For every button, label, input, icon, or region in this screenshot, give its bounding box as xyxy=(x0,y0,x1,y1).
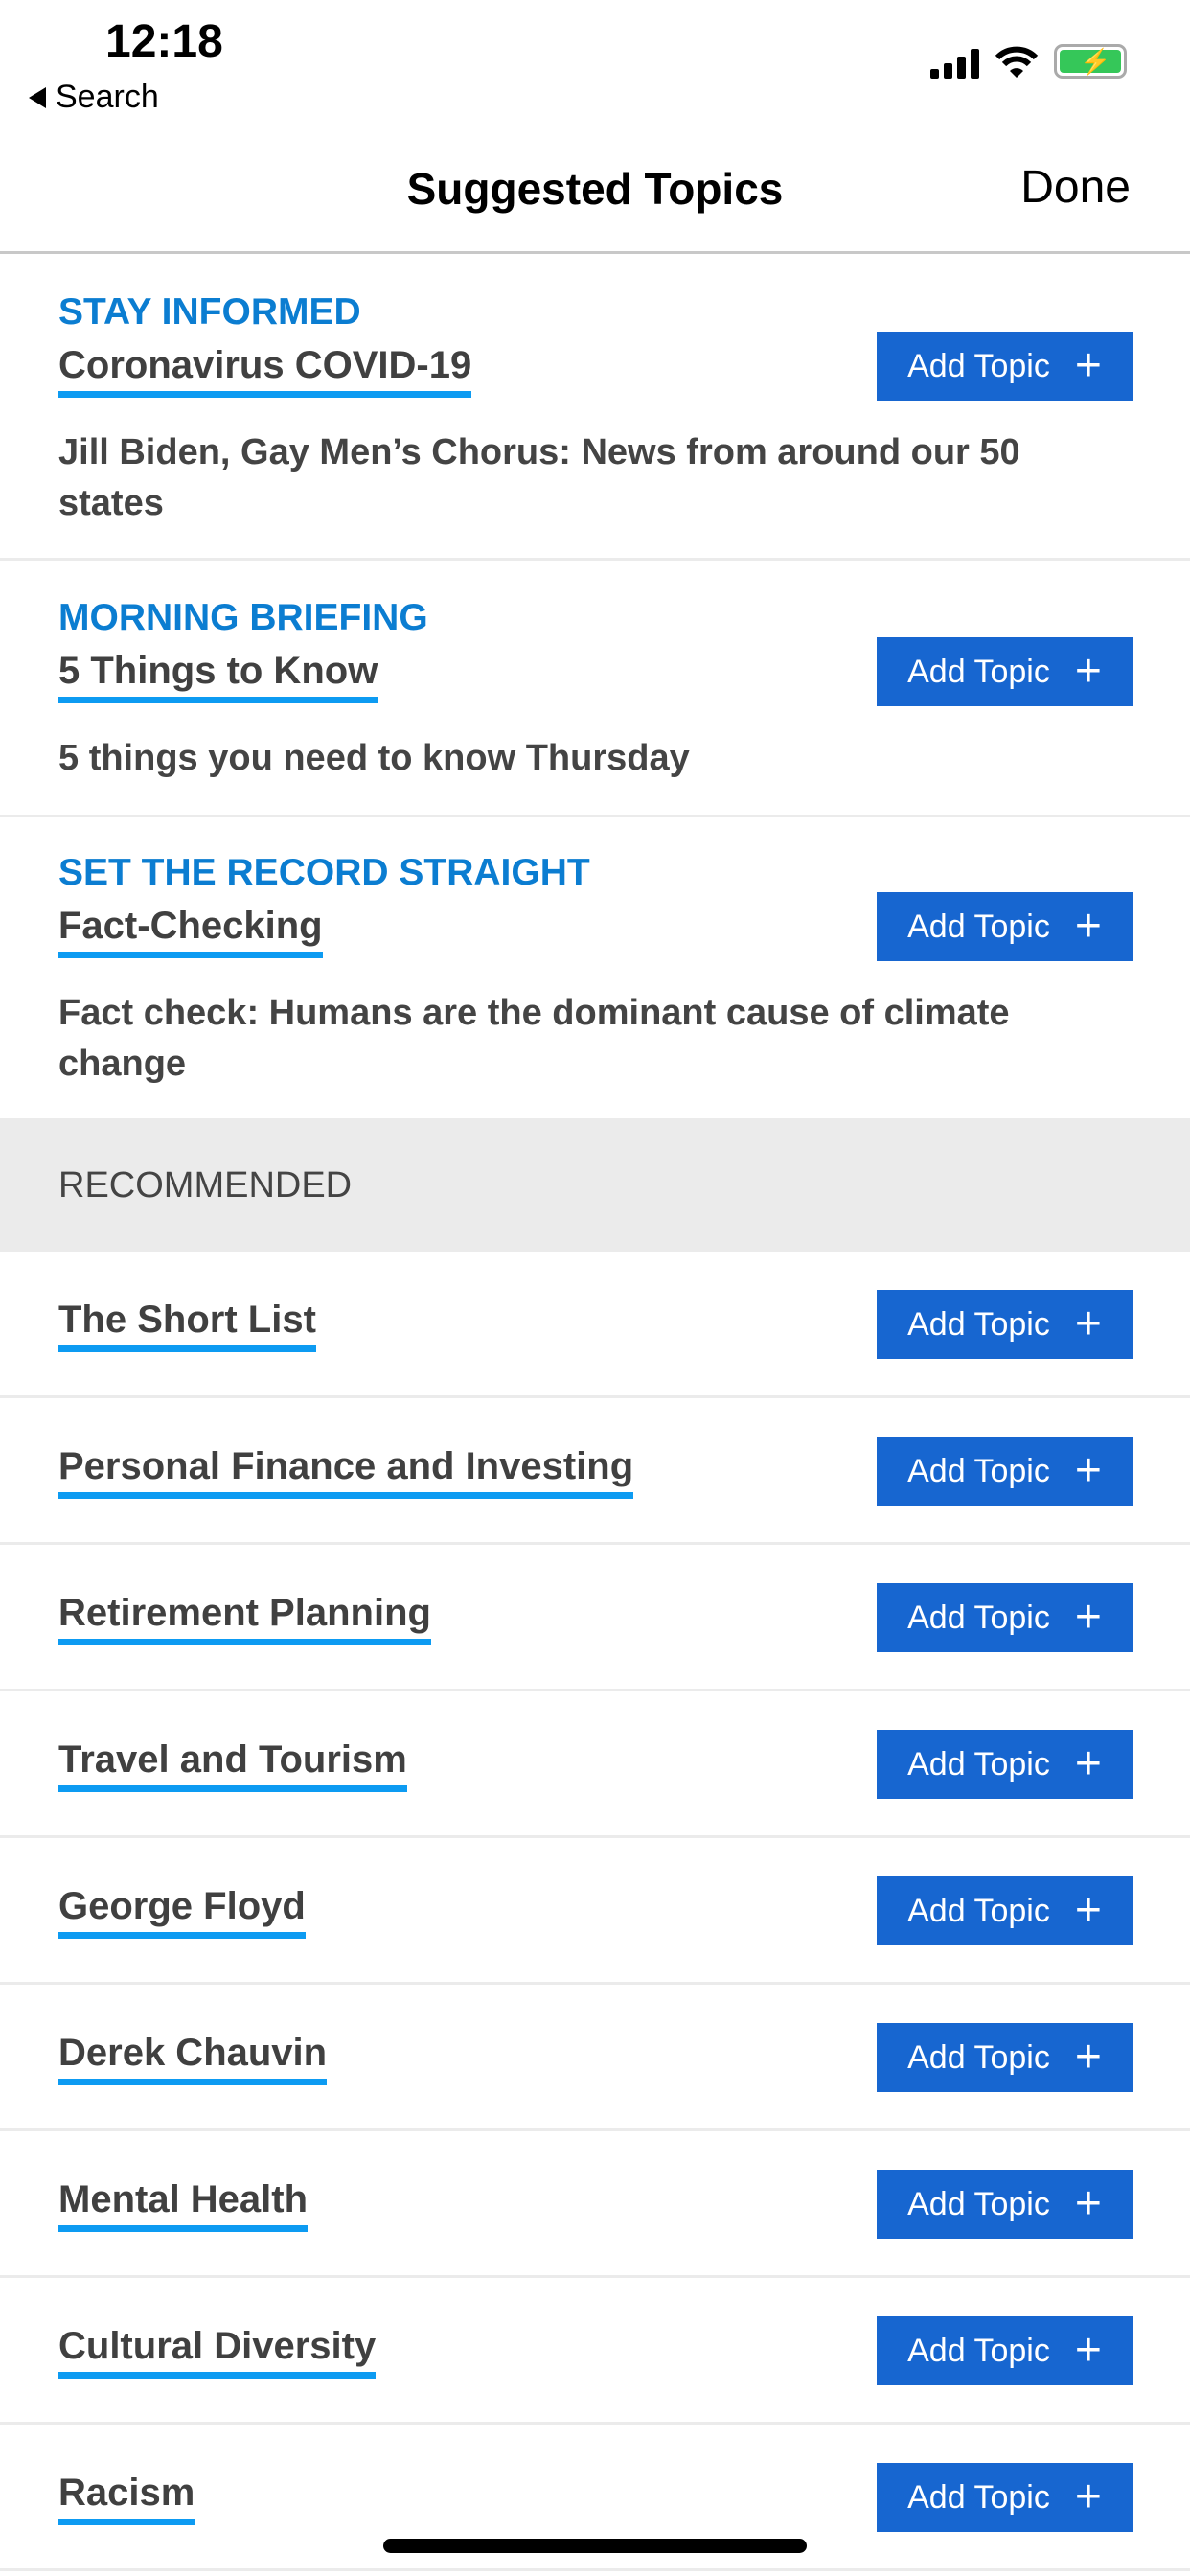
plus-icon: + xyxy=(1074,1592,1102,1643)
add-topic-button[interactable]: Add Topic + xyxy=(877,637,1133,706)
topic-kicker: SET THE RECORD STRAIGHT xyxy=(58,852,590,893)
add-topic-button[interactable]: Add Topic + xyxy=(877,2316,1133,2385)
recommended-topic-row: George Floyd Add Topic + xyxy=(0,1838,1190,1985)
topic-link[interactable]: Racism xyxy=(58,2471,195,2525)
recommended-topic-row: Cultural Diversity Add Topic + xyxy=(0,2278,1190,2425)
plus-icon: + xyxy=(1074,1445,1102,1496)
plus-icon: + xyxy=(1074,1299,1102,1349)
add-topic-button[interactable]: Add Topic + xyxy=(877,1876,1133,1945)
suggested-topic-card: STAY INFORMED Coronavirus COVID-19 Add T… xyxy=(0,257,1190,561)
add-topic-button[interactable]: Add Topic + xyxy=(877,2170,1133,2239)
suggested-topic-card: SET THE RECORD STRAIGHT Fact-Checking Ad… xyxy=(0,817,1190,1121)
add-topic-button[interactable]: Add Topic + xyxy=(877,1290,1133,1359)
button-label: Add Topic xyxy=(907,908,1050,945)
plus-icon: + xyxy=(1074,1738,1102,1789)
recommended-topic-row: Retirement Planning Add Topic + xyxy=(0,1545,1190,1691)
recommended-topic-row: Personal Finance and Investing Add Topic… xyxy=(0,1398,1190,1545)
add-topic-button[interactable]: Add Topic + xyxy=(877,892,1133,961)
add-topic-button[interactable]: Add Topic + xyxy=(877,1437,1133,1506)
button-label: Add Topic xyxy=(907,2185,1050,2222)
recommended-topic-row: Travel and Tourism Add Topic + xyxy=(0,1691,1190,1838)
topic-link[interactable]: Fact-Checking xyxy=(58,904,323,958)
topic-description: Fact check: Humans are the dominant caus… xyxy=(58,993,1010,1084)
plus-icon: + xyxy=(1074,2472,1102,2522)
topic-link[interactable]: Derek Chauvin xyxy=(58,2031,328,2085)
topic-link[interactable]: 5 Things to Know xyxy=(58,649,378,703)
battery-charging-icon: ⚡ xyxy=(1054,44,1127,79)
topic-link[interactable]: George Floyd xyxy=(58,1884,306,1939)
plus-icon: + xyxy=(1074,1885,1102,1936)
topic-link[interactable]: The Short List xyxy=(58,1298,316,1352)
topic-link[interactable]: Mental Health xyxy=(58,2177,309,2232)
recommended-topic-row: The Short List Add Topic + xyxy=(0,1252,1190,1398)
topic-link[interactable]: Coronavirus COVID-19 xyxy=(58,343,472,398)
recommended-topic-row: Mental Health Add Topic + xyxy=(0,2131,1190,2278)
plus-icon: + xyxy=(1074,2325,1102,2376)
plus-icon: + xyxy=(1074,2178,1102,2229)
topic-link[interactable]: Travel and Tourism xyxy=(58,1737,407,1792)
button-label: Add Topic xyxy=(907,1598,1050,1636)
button-label: Add Topic xyxy=(907,2332,1050,2369)
done-button[interactable]: Done xyxy=(1020,161,1131,214)
button-label: Add Topic xyxy=(907,1892,1050,1929)
plus-icon: + xyxy=(1074,646,1102,697)
topic-kicker: MORNING BRIEFING xyxy=(58,597,428,638)
plus-icon: + xyxy=(1074,340,1102,391)
back-arrow-icon xyxy=(29,86,46,108)
add-topic-button[interactable]: Add Topic + xyxy=(877,332,1133,401)
suggested-topic-card: MORNING BRIEFING 5 Things to Know Add To… xyxy=(0,563,1190,817)
page-title: Suggested Topics xyxy=(406,164,784,214)
topic-description: 5 things you need to know Thursday xyxy=(58,738,690,778)
add-topic-button[interactable]: Add Topic + xyxy=(877,1730,1133,1799)
status-bar: 12:18 Search ⚡ xyxy=(0,0,1190,134)
topic-kicker: STAY INFORMED xyxy=(58,291,361,333)
add-topic-button[interactable]: Add Topic + xyxy=(877,2463,1133,2532)
wifi-icon xyxy=(995,46,1039,78)
back-label: Search xyxy=(56,79,159,115)
button-label: Add Topic xyxy=(907,347,1050,384)
add-topic-button[interactable]: Add Topic + xyxy=(877,2023,1133,2092)
plus-icon: + xyxy=(1074,901,1102,952)
topic-link[interactable]: Cultural Diversity xyxy=(58,2324,377,2379)
section-label: RECOMMENDED xyxy=(58,1165,353,1206)
button-label: Add Topic xyxy=(907,1305,1050,1343)
navigation-bar: Suggested Topics Done xyxy=(0,134,1190,254)
topic-link[interactable]: Personal Finance and Investing xyxy=(58,1444,634,1499)
back-to-search[interactable]: Search xyxy=(29,79,159,116)
button-label: Add Topic xyxy=(907,2478,1050,2516)
button-label: Add Topic xyxy=(907,653,1050,690)
clock: 12:18 xyxy=(105,16,223,67)
button-label: Add Topic xyxy=(907,2038,1050,2076)
add-topic-button[interactable]: Add Topic + xyxy=(877,1583,1133,1652)
topic-description: Jill Biden, Gay Men’s Chorus: News from … xyxy=(58,432,1020,523)
button-label: Add Topic xyxy=(907,1745,1050,1782)
recommended-header: RECOMMENDED xyxy=(0,1121,1190,1252)
topic-link[interactable]: Retirement Planning xyxy=(58,1591,431,1645)
recommended-topic-row: Derek Chauvin Add Topic + xyxy=(0,1985,1190,2131)
button-label: Add Topic xyxy=(907,1452,1050,1489)
home-indicator[interactable] xyxy=(383,2539,807,2553)
plus-icon: + xyxy=(1074,2032,1102,2082)
cellular-signal-icon xyxy=(930,48,979,79)
